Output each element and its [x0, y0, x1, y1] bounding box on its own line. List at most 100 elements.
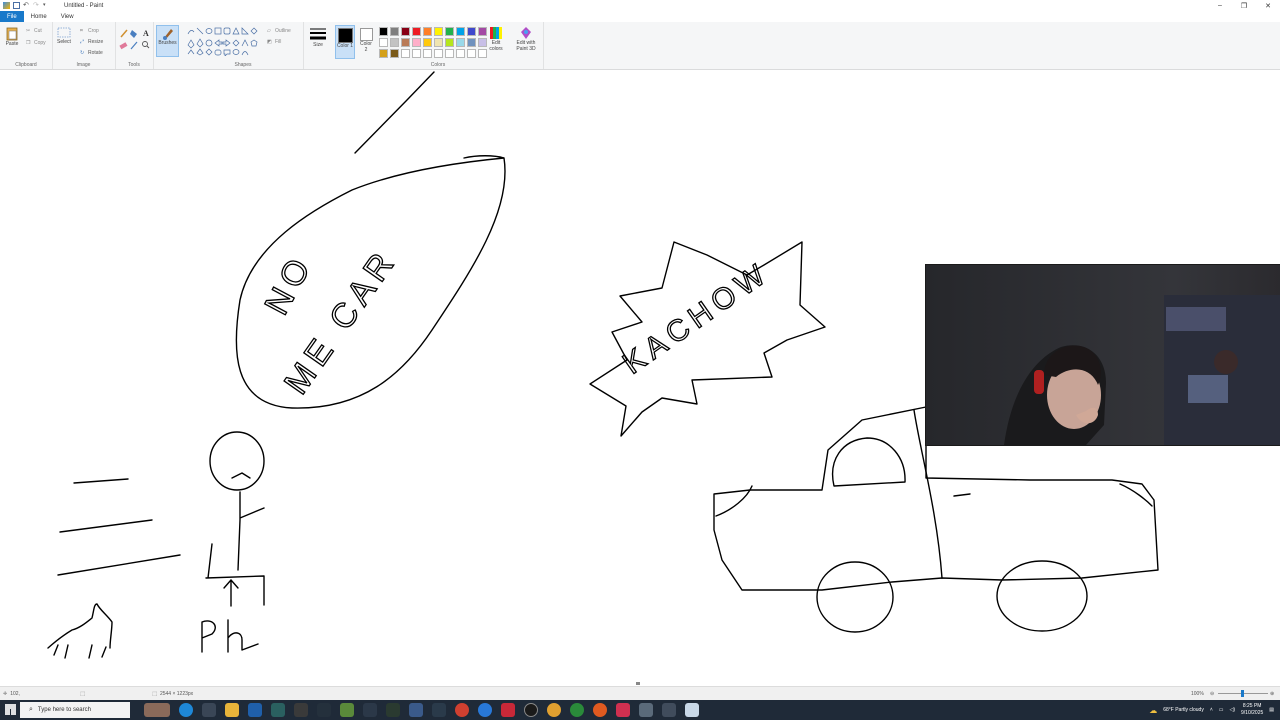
app-icon-blue[interactable] — [478, 703, 492, 717]
text-tool-button[interactable]: A — [143, 29, 149, 38]
paint-taskbar-icon[interactable] — [685, 703, 699, 717]
zoom-out-button[interactable]: ⊖ — [1210, 691, 1214, 697]
fill-button[interactable]: Fill — [275, 39, 281, 45]
network-icon[interactable]: ▭ — [1219, 707, 1224, 713]
photoshop-icon[interactable] — [248, 703, 262, 717]
rotate-button[interactable]: Rotate — [88, 50, 103, 56]
redo-icon[interactable]: ↷ — [33, 2, 40, 9]
chrome-icon[interactable] — [455, 703, 469, 717]
crop-button[interactable]: Crop — [88, 28, 99, 34]
weather-text[interactable]: 68°F Partly cloudy — [1163, 707, 1204, 713]
magnifier-icon[interactable] — [142, 41, 150, 49]
xbox-icon[interactable] — [271, 703, 285, 717]
shapes-gallery[interactable] — [186, 26, 264, 56]
palette-swatch[interactable] — [390, 49, 399, 58]
minimize-button[interactable]: – — [1208, 0, 1232, 11]
fill-icon[interactable] — [130, 30, 137, 38]
epic-games-icon[interactable] — [294, 703, 308, 717]
customize-qa-icon[interactable]: ▾ — [43, 2, 50, 9]
start-windows-icon[interactable] — [5, 704, 16, 715]
app-icon-a[interactable] — [432, 703, 446, 717]
xbox-app-icon[interactable] — [570, 703, 584, 717]
edge-icon[interactable] — [179, 703, 193, 717]
file-explorer-icon[interactable] — [225, 703, 239, 717]
canvas-resize-handle[interactable] — [636, 682, 640, 685]
app-icon-red[interactable] — [501, 703, 515, 717]
palette-swatch[interactable] — [445, 49, 454, 58]
chrome-alt-icon[interactable] — [547, 703, 561, 717]
save-icon[interactable] — [13, 2, 20, 9]
palette-swatch[interactable] — [467, 27, 476, 36]
app-icon-c[interactable] — [317, 703, 331, 717]
palette-swatch[interactable] — [379, 49, 388, 58]
palette-swatch[interactable] — [379, 38, 388, 47]
palette-swatch[interactable] — [390, 38, 399, 47]
color1-button[interactable]: Color 1 — [335, 25, 355, 59]
palette-swatch[interactable] — [423, 27, 432, 36]
tab-file[interactable]: File — [0, 11, 24, 22]
pencil-icon[interactable] — [120, 29, 128, 38]
car-rear — [1119, 483, 1153, 507]
vs-icon[interactable] — [363, 703, 377, 717]
task-view-icon[interactable] — [202, 703, 216, 717]
palette-swatch[interactable] — [445, 27, 454, 36]
copy-button[interactable]: Copy — [34, 40, 46, 46]
resize-button[interactable]: Resize — [88, 39, 103, 45]
app-icon-orange[interactable] — [593, 703, 607, 717]
brushes-button[interactable]: Brushes — [156, 25, 179, 57]
color2-button[interactable]: Color 2 — [357, 25, 375, 59]
minecraft-icon[interactable] — [340, 703, 354, 717]
palette-swatch[interactable] — [434, 27, 443, 36]
palette-swatch[interactable] — [401, 38, 410, 47]
terminal-icon[interactable] — [386, 703, 400, 717]
size-button[interactable]: Size — [309, 26, 327, 48]
close-button[interactable]: ✕ — [1256, 0, 1280, 11]
app-icon-settings[interactable] — [639, 703, 653, 717]
undo-icon[interactable]: ↶ — [23, 2, 30, 9]
palette-swatch[interactable] — [456, 27, 465, 36]
zoom-in-button[interactable]: ⊕ — [1270, 691, 1274, 697]
tray-chevron-icon[interactable]: ˄ — [1210, 707, 1213, 713]
palette-swatch[interactable] — [456, 38, 465, 47]
palette-swatch[interactable] — [412, 49, 421, 58]
palette-swatch[interactable] — [478, 49, 487, 58]
paste-button[interactable]: Paste — [5, 26, 19, 47]
palette-swatch[interactable] — [401, 49, 410, 58]
select-button[interactable]: Select — [57, 27, 71, 45]
maximize-button[interactable]: ❐ — [1232, 0, 1256, 11]
palette-swatch[interactable] — [401, 27, 410, 36]
notification-icon[interactable]: ▤ — [1269, 707, 1274, 713]
palette-swatch[interactable] — [390, 27, 399, 36]
tab-home[interactable]: Home — [24, 11, 54, 22]
taskbar-search-box[interactable]: ⌕ Type here to search — [20, 702, 130, 718]
edit-colors-button[interactable]: Edit colors — [487, 26, 505, 52]
outline-button[interactable]: Outline — [275, 28, 291, 34]
palette-swatch[interactable] — [456, 49, 465, 58]
cut-button[interactable]: Cut — [34, 28, 42, 34]
zoom-level: 100% — [1191, 690, 1204, 697]
palette-swatch[interactable] — [467, 38, 476, 47]
maps-pin-icon[interactable] — [616, 703, 630, 717]
palette-swatch[interactable] — [478, 27, 487, 36]
obs-icon[interactable] — [524, 703, 538, 717]
app-icon-window[interactable] — [662, 703, 676, 717]
volume-icon[interactable]: ◁) — [1230, 707, 1236, 713]
steam-icon[interactable] — [409, 703, 423, 717]
palette-swatch[interactable] — [423, 49, 432, 58]
palette-swatch[interactable] — [379, 27, 388, 36]
zoom-slider-thumb[interactable] — [1241, 690, 1244, 697]
color-picker-icon[interactable] — [130, 41, 138, 50]
palette-swatch[interactable] — [478, 38, 487, 47]
palette-swatch[interactable] — [445, 38, 454, 47]
edit-with-paint3d-button[interactable]: Edit with Paint 3D — [511, 26, 541, 52]
clock[interactable]: 8:25 PM 9/10/2025 — [1241, 703, 1263, 717]
palette-swatch[interactable] — [412, 27, 421, 36]
tab-view[interactable]: View — [54, 11, 81, 22]
palette-swatch[interactable] — [434, 38, 443, 47]
widgets-icon[interactable] — [144, 703, 170, 717]
palette-swatch[interactable] — [423, 38, 432, 47]
palette-swatch[interactable] — [467, 49, 476, 58]
eraser-icon[interactable] — [119, 42, 128, 50]
palette-swatch[interactable] — [434, 49, 443, 58]
palette-swatch[interactable] — [412, 38, 421, 47]
